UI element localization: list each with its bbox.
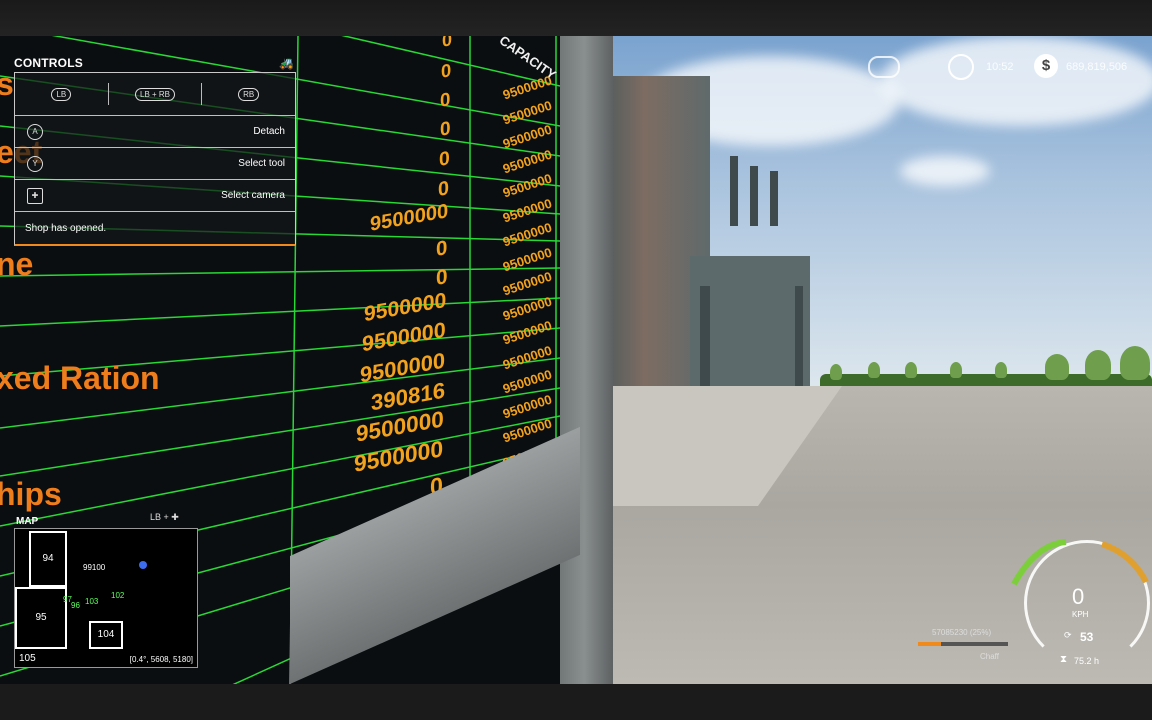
dpad-icon: ✚ bbox=[27, 188, 43, 204]
control-detach[interactable]: A Detach bbox=[15, 116, 295, 148]
money-balance: 689,819,506 bbox=[1066, 61, 1128, 73]
notification: Shop has opened. bbox=[15, 212, 295, 244]
silo bbox=[750, 166, 758, 226]
lb-rb-button[interactable]: LB + RB bbox=[109, 87, 202, 101]
letterbox-bottom bbox=[0, 684, 1152, 720]
silo bbox=[770, 171, 778, 226]
product-label: hips bbox=[0, 476, 62, 512]
map-lot: 94 bbox=[29, 531, 67, 587]
control-select-camera[interactable]: ✚ Select camera bbox=[15, 180, 295, 212]
tree bbox=[830, 364, 842, 380]
control-label: Select camera bbox=[221, 190, 285, 201]
rb-button[interactable]: RB bbox=[202, 87, 295, 101]
tree bbox=[1045, 354, 1069, 380]
map-lot: 103 bbox=[85, 597, 99, 606]
lb-button[interactable]: LB bbox=[15, 87, 108, 101]
map-lot: 96 bbox=[71, 601, 80, 610]
tree bbox=[905, 362, 917, 378]
quantity-value: 0 bbox=[441, 36, 452, 51]
operating-hours: 75.2 h bbox=[1074, 656, 1100, 666]
speed-unit: KPH bbox=[1072, 610, 1089, 619]
minimap[interactable]: 94 95 104 105 99100 97 96 103 102 [0.4°,… bbox=[14, 528, 198, 668]
quantity-value: 0 bbox=[436, 235, 448, 261]
map-shortcut[interactable]: LB + ✚ bbox=[150, 512, 179, 523]
quantity-value: 0 bbox=[438, 176, 449, 201]
silo bbox=[730, 156, 738, 226]
cloud bbox=[900, 156, 990, 186]
pillar bbox=[700, 286, 710, 386]
a-button-icon: A bbox=[27, 124, 43, 140]
clock-icon bbox=[948, 54, 974, 80]
tree bbox=[1120, 346, 1150, 380]
player-marker-icon bbox=[139, 561, 147, 569]
letterbox-top bbox=[0, 0, 1152, 36]
speed-value: 0 bbox=[1072, 584, 1085, 609]
fill-level-fill bbox=[918, 642, 941, 646]
y-button-icon: Y bbox=[27, 156, 43, 172]
controls-panel: CONTROLS 🚜 LB LB + RB RB A Detach Y Sele… bbox=[14, 56, 296, 246]
dpad-icon: ✚ bbox=[171, 512, 179, 522]
product-label: ne bbox=[0, 246, 34, 282]
board-wall bbox=[555, 36, 613, 684]
map-lot: 95 bbox=[15, 587, 67, 649]
map-lot: 102 bbox=[111, 591, 125, 600]
game-time: 10:52 bbox=[986, 61, 1014, 73]
money-icon: $ bbox=[1034, 54, 1058, 78]
rpm-value: 53 bbox=[1080, 630, 1094, 644]
map-coordinates: [0.4°, 5608, 5180] bbox=[129, 655, 193, 664]
tree bbox=[868, 362, 880, 378]
map-lot: 99100 bbox=[83, 563, 106, 572]
control-label: Detach bbox=[253, 126, 285, 137]
tractor-icon: 🚜 bbox=[279, 56, 294, 70]
fill-level-bar bbox=[918, 642, 1008, 646]
weather-cloud-icon bbox=[868, 56, 900, 78]
rpm-icon: ⟳ bbox=[1064, 630, 1072, 640]
controls-title: CONTROLS bbox=[14, 56, 83, 70]
product-label: xed Ration bbox=[0, 360, 160, 396]
control-select-tool[interactable]: Y Select tool bbox=[15, 148, 295, 180]
quantity-value: 0 bbox=[440, 88, 451, 111]
tree bbox=[995, 362, 1007, 378]
quantity-value: 0 bbox=[441, 58, 452, 82]
map-lot: 105 bbox=[19, 653, 36, 664]
quantity-value: 0 bbox=[439, 117, 451, 141]
hourglass-icon: ⧗ bbox=[1060, 654, 1068, 665]
notification-text: Shop has opened. bbox=[25, 223, 107, 234]
quantity-value: 0 bbox=[435, 264, 448, 291]
tree bbox=[950, 362, 962, 378]
product-label: s bbox=[0, 66, 14, 102]
tree bbox=[1085, 350, 1111, 380]
shoulder-buttons: LB LB + RB RB bbox=[15, 73, 295, 116]
quantity-value: 0 bbox=[438, 147, 450, 171]
map-lot: 104 bbox=[89, 621, 123, 649]
control-label: Select tool bbox=[238, 158, 285, 169]
cloud bbox=[880, 36, 1152, 126]
fill-level-text: 57085230 (25%) bbox=[932, 628, 992, 637]
game-viewport: s eet ne xed Ration hips CAPACITY 000000… bbox=[0, 0, 1152, 720]
map-title: MAP bbox=[16, 516, 39, 527]
fill-type: Chaff bbox=[980, 652, 999, 661]
controls-box: LB LB + RB RB A Detach Y Select tool ✚ S… bbox=[14, 72, 296, 246]
